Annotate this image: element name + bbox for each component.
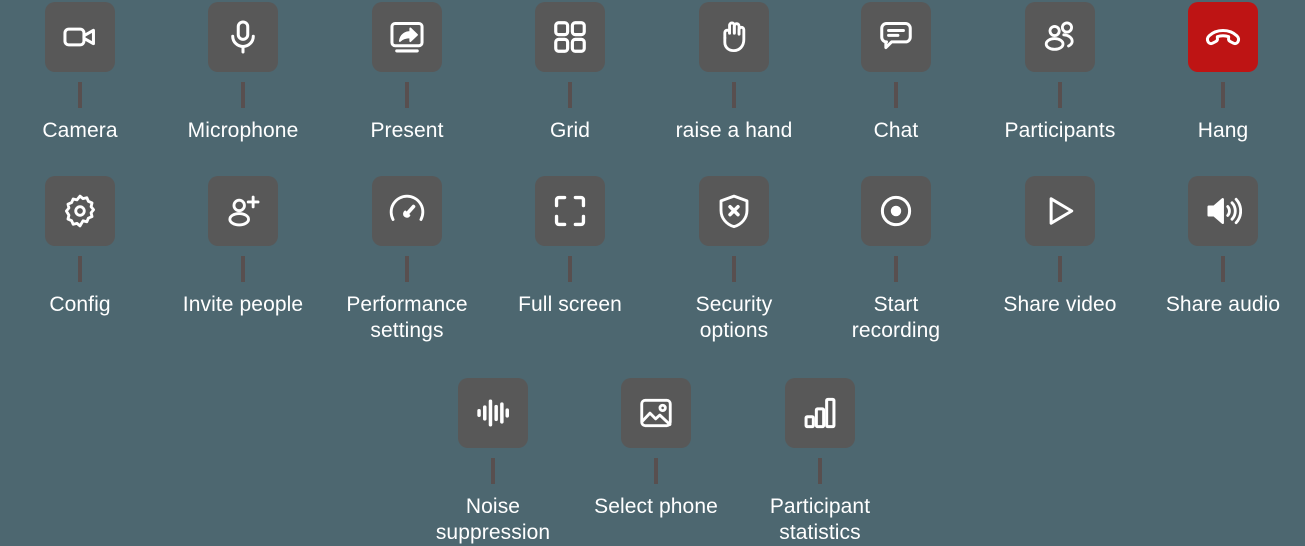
control-button-speaker-volume[interactable]: [1188, 176, 1258, 246]
control-label: raise a hand: [675, 119, 793, 142]
fullscreen-icon: [551, 192, 589, 230]
connector-line: [1058, 256, 1062, 282]
control-button-present-screen-share[interactable]: [372, 2, 442, 72]
control-item-full-screen[interactable]: Full screen: [489, 176, 652, 318]
image-photo-icon: [637, 394, 675, 432]
connector-line: [1058, 82, 1062, 108]
control-label: Microphone: [187, 119, 299, 142]
control-button-bar-chart[interactable]: [785, 378, 855, 448]
control-button-microphone[interactable]: [208, 2, 278, 72]
control-item-raise-a-hand[interactable]: raise a hand: [653, 2, 816, 144]
control-button-participants-people[interactable]: [1025, 2, 1095, 72]
control-label: Present: [370, 119, 444, 142]
play-triangle-icon: [1041, 192, 1079, 230]
control-button-person-add[interactable]: [208, 176, 278, 246]
control-button-gear[interactable]: [45, 176, 115, 246]
camera-icon: [61, 18, 99, 56]
control-item-participant-statistics[interactable]: Participant statistics: [739, 378, 902, 546]
control-label: Security options: [695, 293, 773, 342]
present-screen-share-icon: [388, 18, 426, 56]
control-label: Full screen: [518, 293, 622, 316]
connector-line: [732, 82, 736, 108]
control-item-select-phone[interactable]: Select phone: [575, 378, 738, 520]
connector-line: [78, 256, 82, 282]
control-item-config[interactable]: Config: [0, 176, 162, 318]
control-button-shield-x[interactable]: [699, 176, 769, 246]
speaker-volume-icon: [1204, 192, 1242, 230]
control-item-start-recording[interactable]: Start recording: [815, 176, 978, 344]
control-item-grid[interactable]: Grid: [489, 2, 652, 144]
connector-line: [78, 82, 82, 108]
control-item-chat[interactable]: Chat: [815, 2, 978, 144]
control-button-gauge[interactable]: [372, 176, 442, 246]
control-label: Camera: [42, 119, 118, 142]
connector-line: [894, 82, 898, 108]
bar-chart-icon: [801, 394, 839, 432]
conference-controls-board: Camera Microphone Present Grid raise a hand C…: [0, 0, 1305, 546]
control-item-participants[interactable]: Participants: [979, 2, 1142, 144]
control-button-raised-hand[interactable]: [699, 2, 769, 72]
control-label: Chat: [873, 119, 919, 142]
control-label: Participants: [1004, 119, 1116, 142]
waveform-icon: [474, 394, 512, 432]
control-label: Noise suppression: [435, 495, 551, 544]
control-item-share-video[interactable]: Share video: [979, 176, 1142, 318]
control-button-camera[interactable]: [45, 2, 115, 72]
control-label: Participant statistics: [769, 495, 871, 544]
control-label: Share video: [1003, 293, 1117, 316]
record-circle-icon: [877, 192, 915, 230]
grid-icon: [551, 18, 589, 56]
control-label: Invite people: [182, 293, 304, 316]
shield-x-icon: [715, 192, 753, 230]
gear-icon: [61, 192, 99, 230]
control-label: Config: [49, 293, 111, 316]
control-label: Grid: [549, 119, 591, 142]
control-button-image-photo[interactable]: [621, 378, 691, 448]
connector-line: [405, 82, 409, 108]
gauge-icon: [388, 192, 426, 230]
connector-line: [241, 256, 245, 282]
raised-hand-icon: [715, 18, 753, 56]
chat-bubble-icon: [877, 18, 915, 56]
connector-line: [241, 82, 245, 108]
control-button-play-triangle[interactable]: [1025, 176, 1095, 246]
control-label: Share audio: [1165, 293, 1281, 316]
control-button-chat-bubble[interactable]: [861, 2, 931, 72]
connector-line: [568, 256, 572, 282]
control-item-invite-people[interactable]: Invite people: [162, 176, 325, 318]
participants-people-icon: [1041, 18, 1079, 56]
control-button-hang-up-phone[interactable]: [1188, 2, 1258, 72]
control-label: Hang: [1197, 119, 1249, 142]
person-add-icon: [224, 192, 262, 230]
connector-line: [818, 458, 822, 484]
connector-line: [654, 458, 658, 484]
control-item-microphone[interactable]: Microphone: [162, 2, 325, 144]
connector-line: [491, 458, 495, 484]
control-item-noise-suppression[interactable]: Noise suppression: [412, 378, 575, 546]
connector-line: [894, 256, 898, 282]
control-button-waveform[interactable]: [458, 378, 528, 448]
connector-line: [405, 256, 409, 282]
connector-line: [732, 256, 736, 282]
control-item-hang[interactable]: Hang: [1142, 2, 1305, 144]
control-item-camera[interactable]: Camera: [0, 2, 162, 144]
control-item-share-audio[interactable]: Share audio: [1142, 176, 1305, 318]
connector-line: [568, 82, 572, 108]
control-label: Start recording: [851, 293, 941, 342]
control-item-present[interactable]: Present: [326, 2, 489, 144]
control-button-grid[interactable]: [535, 2, 605, 72]
microphone-icon: [224, 18, 262, 56]
control-button-fullscreen[interactable]: [535, 176, 605, 246]
connector-line: [1221, 82, 1225, 108]
control-item-security-options[interactable]: Security options: [653, 176, 816, 344]
control-label: Select phone: [594, 495, 718, 518]
control-label: Performance settings: [346, 293, 468, 342]
control-button-record-circle[interactable]: [861, 176, 931, 246]
control-item-performance-settings[interactable]: Performance settings: [326, 176, 489, 344]
hang-up-phone-icon: [1204, 18, 1242, 56]
connector-line: [1221, 256, 1225, 282]
